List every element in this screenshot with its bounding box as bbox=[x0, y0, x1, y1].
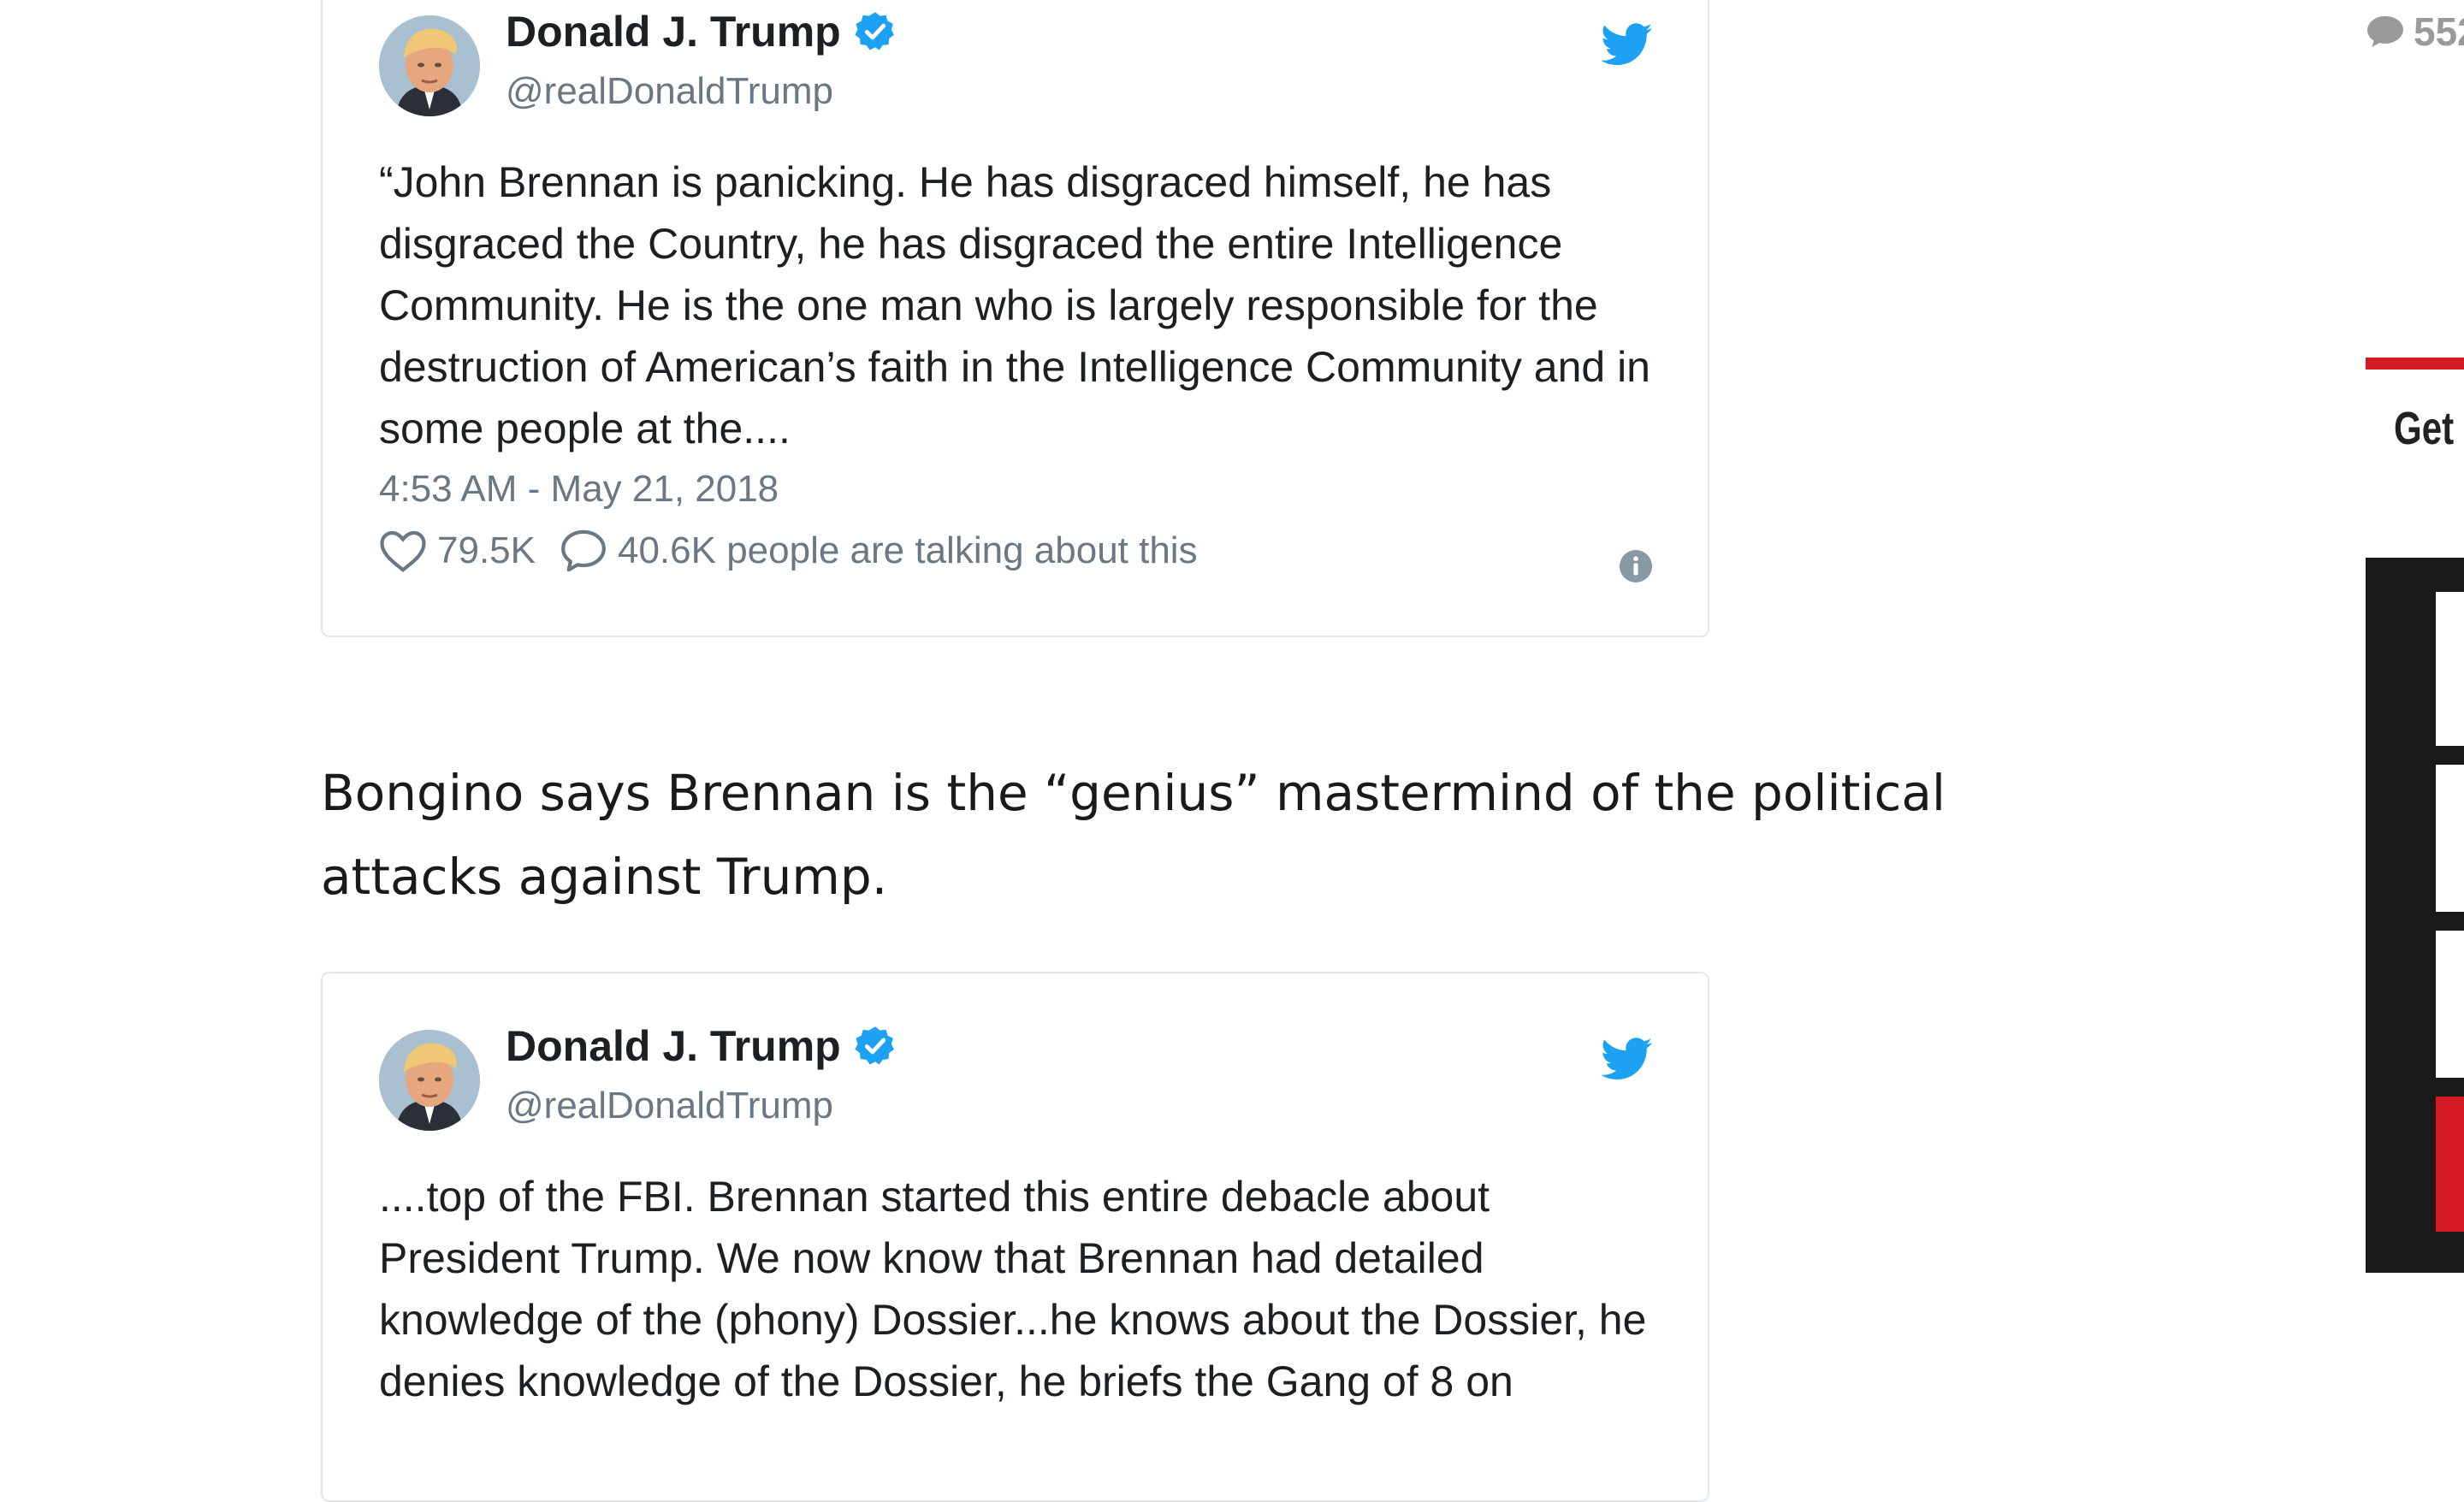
like-count[interactable]: 79.5K bbox=[437, 529, 536, 572]
twitter-bird-icon[interactable] bbox=[1602, 23, 1653, 66]
author-line: Donald J. Trump bbox=[506, 1021, 897, 1071]
comment-bubble-icon bbox=[2367, 15, 2403, 48]
article-paragraph: Bongino says Brennan is the “genius” mas… bbox=[321, 764, 1946, 906]
tweet-actions: 79.5K 40.6K people are talking about thi… bbox=[379, 528, 1198, 574]
comment-count[interactable]: 552 bbox=[2366, 9, 2464, 55]
tweet-text: ....top of the FBI. Brennan started this… bbox=[379, 1173, 1647, 1405]
promo-slot[interactable] bbox=[2436, 765, 2464, 912]
promo-button[interactable] bbox=[2436, 1097, 2464, 1232]
author-line: Donald J. Trump bbox=[506, 7, 897, 56]
heart-icon[interactable] bbox=[379, 529, 427, 573]
embedded-tweet: Donald J. Trump @realDonaldTrump “John B… bbox=[321, 0, 1709, 637]
comment-count-value: 552 bbox=[2414, 9, 2464, 54]
author-handle[interactable]: @realDonaldTrump bbox=[506, 1085, 833, 1127]
tweet-timestamp[interactable]: 4:53 AM - May 21, 2018 bbox=[379, 468, 779, 511]
avatar[interactable] bbox=[379, 15, 480, 116]
twitter-bird-icon[interactable] bbox=[1602, 1038, 1653, 1080]
right-sidebar: 552 Get bbox=[2353, 0, 2464, 1396]
talking-count[interactable]: 40.6K people are talking about this bbox=[618, 529, 1198, 572]
promo-slot[interactable] bbox=[2436, 931, 2464, 1078]
section-divider bbox=[2366, 358, 2464, 370]
author-name[interactable]: Donald J. Trump bbox=[506, 1021, 841, 1071]
author-handle[interactable]: @realDonaldTrump bbox=[506, 70, 833, 113]
promo-panel[interactable] bbox=[2366, 558, 2464, 1273]
verified-badge-icon bbox=[855, 12, 894, 50]
speech-bubble-icon[interactable] bbox=[560, 528, 607, 574]
embedded-tweet: Donald J. Trump @realDonaldTrump ....top… bbox=[321, 972, 1709, 1502]
tweet-text: “John Brennan is panicking. He has disgr… bbox=[379, 158, 1650, 452]
avatar[interactable] bbox=[379, 1030, 480, 1131]
author-name[interactable]: Donald J. Trump bbox=[506, 7, 841, 56]
info-icon[interactable] bbox=[1619, 549, 1653, 583]
promo-slot[interactable] bbox=[2436, 592, 2464, 746]
verified-badge-icon bbox=[855, 1026, 894, 1065]
promo-heading: Get bbox=[2394, 403, 2455, 454]
